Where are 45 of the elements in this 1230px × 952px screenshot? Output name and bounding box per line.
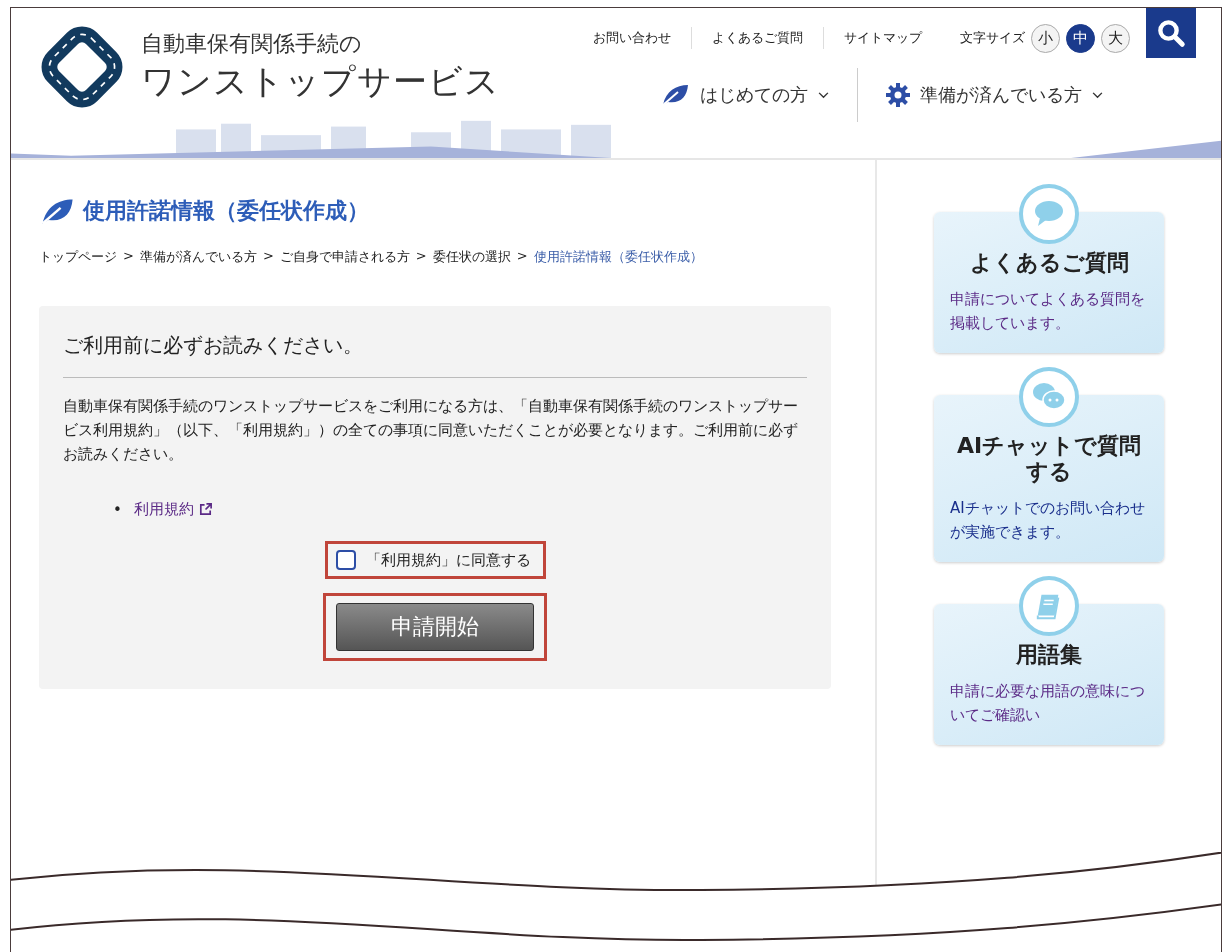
card-description: 申請についてよくある質問を掲載しています。 [950, 289, 1146, 335]
font-size-button[interactable]: 中 [1066, 23, 1095, 53]
nav-menu[interactable]: 準備が済んでいる方 [858, 83, 1131, 107]
breadcrumb-link[interactable]: 使用許諾情報（委任状作成） [533, 248, 703, 266]
list-bullet: • [113, 500, 122, 519]
utility-link[interactable]: サイトマップ [824, 29, 942, 47]
chevron-down-icon [1092, 91, 1103, 99]
notice-heading: ご利用前に必ずお読みください。 [63, 332, 807, 378]
page-title: 使用許諾情報（委任状作成） [83, 197, 369, 225]
font-size-label: 文字サイズ [960, 29, 1025, 47]
font-size-button[interactable]: 大 [1101, 23, 1130, 53]
site-title: ワンストップサービス [141, 60, 500, 103]
breadcrumb-separator: > [123, 248, 134, 265]
breadcrumb-separator: > [262, 248, 274, 265]
chevron-down-icon [818, 91, 829, 99]
font-size-button[interactable]: 小 [1031, 23, 1060, 53]
sidebar-card[interactable]: 用語集 申請に必要な用語の意味についてご確認い [934, 603, 1164, 746]
external-link-icon [197, 502, 213, 517]
card-title: 用語集 [1015, 641, 1083, 668]
breadcrumb-link[interactable]: 委任状の選択 [432, 248, 511, 266]
agree-checkbox-row[interactable]: 「利用規約」に同意する [324, 541, 546, 579]
checkbox-label: 「利用規約」に同意する [365, 550, 531, 570]
sidebar-card[interactable]: よくあるご質問 申請についてよくある質問を掲載しています。 [934, 212, 1164, 354]
card-title: よくあるご質問 [968, 250, 1130, 276]
sidebar-card[interactable]: AIチャットで質問する AIチャットでのお問い合わせが実施できます。 [934, 395, 1164, 562]
breadcrumb-link[interactable]: ご自身で申請される方 [279, 248, 410, 266]
breadcrumb-link[interactable]: 準備が済んでいる方 [139, 248, 257, 266]
breadcrumb-separator: > [415, 248, 427, 265]
utility-link[interactable]: お問い合わせ [573, 29, 691, 47]
site-title: 自動車保有関係手続の [141, 30, 363, 58]
utility-link[interactable]: よくあるご質問 [692, 29, 823, 47]
checkbox[interactable] [335, 550, 356, 570]
terms-link[interactable]: 利用規約 [133, 500, 213, 519]
card-description: 申請に必要な用語の意味についてご確認い [950, 681, 1146, 727]
leaf-icon [660, 83, 690, 107]
breadcrumb-link[interactable]: トップページ [39, 248, 117, 266]
notice-text: 自動車保有関係手続のワンストップサービスをご利用になる方は、「自動車保有関係手続のワンストップサービス利用規約」（以下、「利用規約」）の全ての事項に同意いただくことが必要となります。ご利用前に必ずお読みください。 [63, 396, 799, 465]
search-button[interactable] [1146, 8, 1196, 58]
start-application-button[interactable]: 申請開始 [336, 603, 534, 651]
card-description: AIチャットでのお問い合わせが実施できます。 [950, 497, 1146, 543]
breadcrumb-separator: > [516, 248, 528, 265]
card-title: AIチャットで質問する [955, 433, 1143, 484]
nav-menu[interactable]: はじめての方 [632, 83, 857, 107]
search-icon [1156, 18, 1186, 48]
gear-icon [886, 83, 910, 107]
